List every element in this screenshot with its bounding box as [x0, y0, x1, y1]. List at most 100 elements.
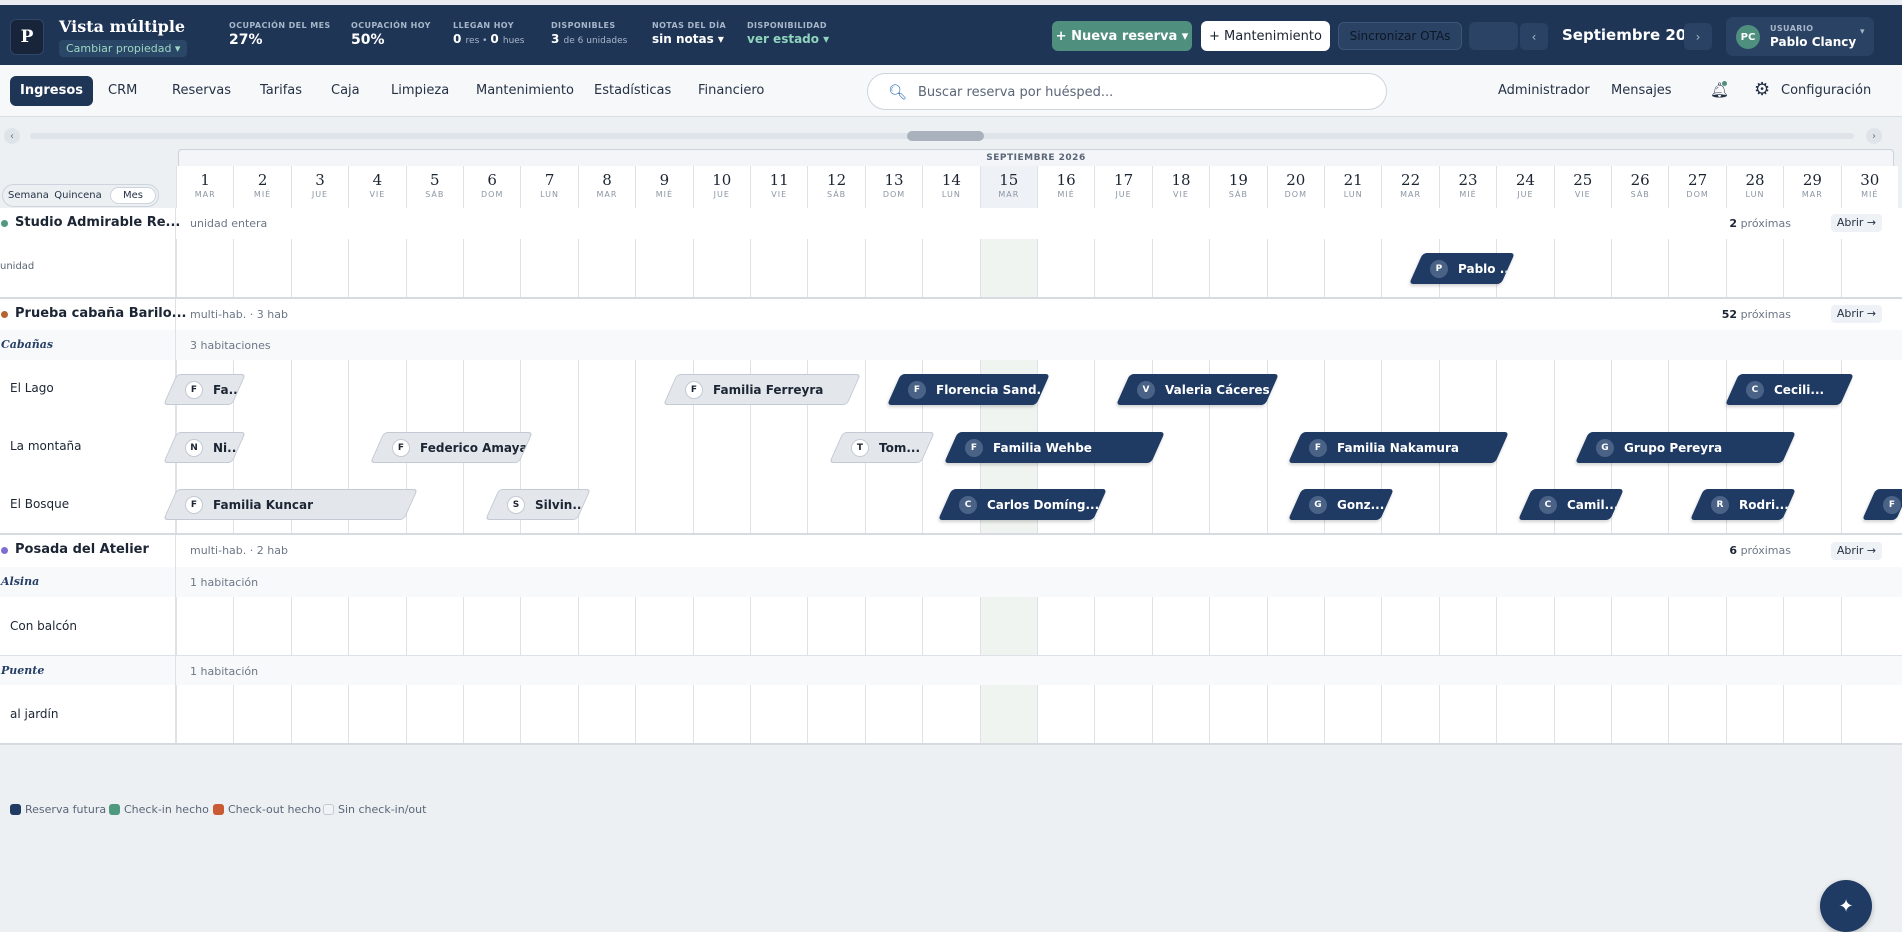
day-cell[interactable]	[1381, 476, 1438, 533]
day-cell[interactable]	[692, 685, 750, 743]
view-month[interactable]: Mes	[111, 188, 155, 203]
day-cell[interactable]	[864, 597, 922, 655]
day-cell[interactable]	[1783, 685, 1840, 743]
day-cell[interactable]	[692, 239, 750, 297]
tab-ingresos[interactable]: Ingresos	[10, 76, 94, 106]
day-cell[interactable]	[807, 685, 864, 743]
day-cell[interactable]	[463, 360, 520, 418]
booking-bar[interactable]: R Rodri...	[1690, 489, 1796, 520]
day-cell[interactable]	[1094, 685, 1151, 743]
day-cell[interactable]	[979, 239, 1037, 297]
day-cell[interactable]	[1151, 597, 1209, 655]
app-logo[interactable]: P	[10, 19, 44, 55]
booking-bar[interactable]: N Ni...	[163, 431, 247, 463]
day-cell[interactable]	[1611, 685, 1668, 743]
day-cell[interactable]	[1725, 597, 1783, 655]
day-cell[interactable]	[979, 685, 1037, 743]
tab-limpieza[interactable]: Limpieza	[381, 76, 459, 106]
booking-bar[interactable]: F Florencia Sand...	[886, 373, 1050, 405]
day-cell[interactable]	[1266, 360, 1324, 418]
day-cell[interactable]	[1094, 239, 1151, 297]
day-cell[interactable]	[1725, 685, 1783, 743]
day-cell[interactable]	[1209, 239, 1266, 297]
day-cell[interactable]	[864, 685, 922, 743]
day-cell[interactable]	[635, 476, 692, 533]
scroll-thumb[interactable]	[907, 131, 984, 141]
property-name[interactable]: Posada del Atelier	[15, 542, 149, 557]
day-cell[interactable]	[577, 360, 635, 418]
day-cell[interactable]	[1840, 360, 1898, 418]
day-cell[interactable]	[1783, 597, 1840, 655]
day-cell[interactable]	[1266, 239, 1324, 297]
day-cell[interactable]	[1553, 239, 1611, 297]
day-cell[interactable]	[750, 597, 807, 655]
day-cell[interactable]	[405, 239, 463, 297]
day-cell[interactable]	[405, 597, 463, 655]
day-cell[interactable]	[1611, 239, 1668, 297]
day-cell[interactable]	[1324, 685, 1381, 743]
day-cell[interactable]	[348, 597, 405, 655]
day-cell[interactable]	[635, 418, 692, 476]
tab-reservas[interactable]: Reservas	[162, 76, 241, 106]
booking-bar[interactable]: G Gonz...	[1288, 489, 1395, 520]
day-cell[interactable]	[1783, 239, 1840, 297]
day-cell[interactable]	[1037, 685, 1094, 743]
day-cell[interactable]	[692, 597, 750, 655]
day-cell[interactable]	[750, 418, 807, 476]
tab-tarifas[interactable]: Tarifas	[250, 76, 312, 106]
day-cell[interactable]	[750, 685, 807, 743]
day-cell[interactable]	[176, 239, 233, 297]
booking-bar[interactable]: F Federico Amaya	[369, 431, 534, 463]
tab-financiero[interactable]: Financiero	[688, 76, 774, 106]
booking-bar[interactable]: C Cecili...	[1724, 373, 1854, 405]
tab-estadisticas[interactable]: Estadísticas	[584, 76, 681, 106]
day-cell[interactable]	[1151, 239, 1209, 297]
day-cell[interactable]	[807, 597, 864, 655]
horizontal-scrollbar[interactable]: ‹ ›	[0, 125, 1902, 147]
day-cell[interactable]	[692, 476, 750, 533]
day-cell[interactable]	[520, 597, 577, 655]
open-property-button[interactable]: Abrir →	[1831, 542, 1882, 560]
add-maintenance-button[interactable]: + Mantenimiento	[1201, 21, 1330, 51]
booking-bar[interactable]: F Familia Kuncar	[163, 489, 419, 520]
booking-bar[interactable]: S Silvin...	[484, 489, 591, 520]
tab-crm[interactable]: CRM	[98, 76, 147, 106]
property-name[interactable]: Studio Admirable Re...	[15, 215, 180, 230]
booking-bar[interactable]: C Carlos Domíng...	[938, 489, 1108, 520]
day-cell[interactable]	[807, 239, 864, 297]
day-notes-dropdown[interactable]: sin notas ▾	[652, 32, 726, 46]
stat-availability[interactable]: DISPONIBILIDAD ver estado ▾	[747, 21, 829, 46]
settings-link[interactable]: Configuración	[1781, 83, 1871, 98]
day-cell[interactable]	[348, 685, 405, 743]
day-cell[interactable]	[1324, 239, 1381, 297]
day-cell[interactable]	[1496, 418, 1553, 476]
day-cell[interactable]	[1209, 418, 1266, 476]
day-cell[interactable]	[1553, 685, 1611, 743]
day-cell[interactable]	[1151, 685, 1209, 743]
day-cell[interactable]	[692, 418, 750, 476]
bell-icon[interactable]: 🔔︎	[1710, 81, 1730, 101]
day-cell[interactable]	[463, 685, 520, 743]
day-cell[interactable]	[1783, 476, 1840, 533]
day-cell[interactable]	[290, 239, 348, 297]
day-cell[interactable]	[290, 418, 348, 476]
booking-bar[interactable]: F Familia Wehbe	[943, 431, 1165, 463]
day-cell[interactable]	[577, 418, 635, 476]
change-property-button[interactable]: Cambiar propiedad ▾	[59, 40, 188, 57]
day-cell[interactable]	[1381, 597, 1438, 655]
booking-bar[interactable]: G Grupo Pereyra	[1575, 431, 1796, 463]
day-cell[interactable]	[577, 239, 635, 297]
booking-bar[interactable]: C Camil...	[1517, 489, 1624, 520]
day-cell[interactable]	[1611, 597, 1668, 655]
day-cell[interactable]	[635, 685, 692, 743]
property-name[interactable]: Prueba cabaña Barilo...	[15, 306, 186, 321]
view-fortnight[interactable]: Quincena	[53, 188, 103, 203]
day-cell[interactable]	[233, 597, 290, 655]
booking-bar[interactable]: V Valeria Cáceres	[1116, 373, 1280, 405]
day-cell[interactable]	[1037, 239, 1094, 297]
day-cell[interactable]	[405, 476, 463, 533]
day-cell[interactable]	[233, 239, 290, 297]
open-property-button[interactable]: Abrir →	[1831, 305, 1882, 323]
day-cell[interactable]	[635, 239, 692, 297]
day-cell[interactable]	[1496, 685, 1553, 743]
